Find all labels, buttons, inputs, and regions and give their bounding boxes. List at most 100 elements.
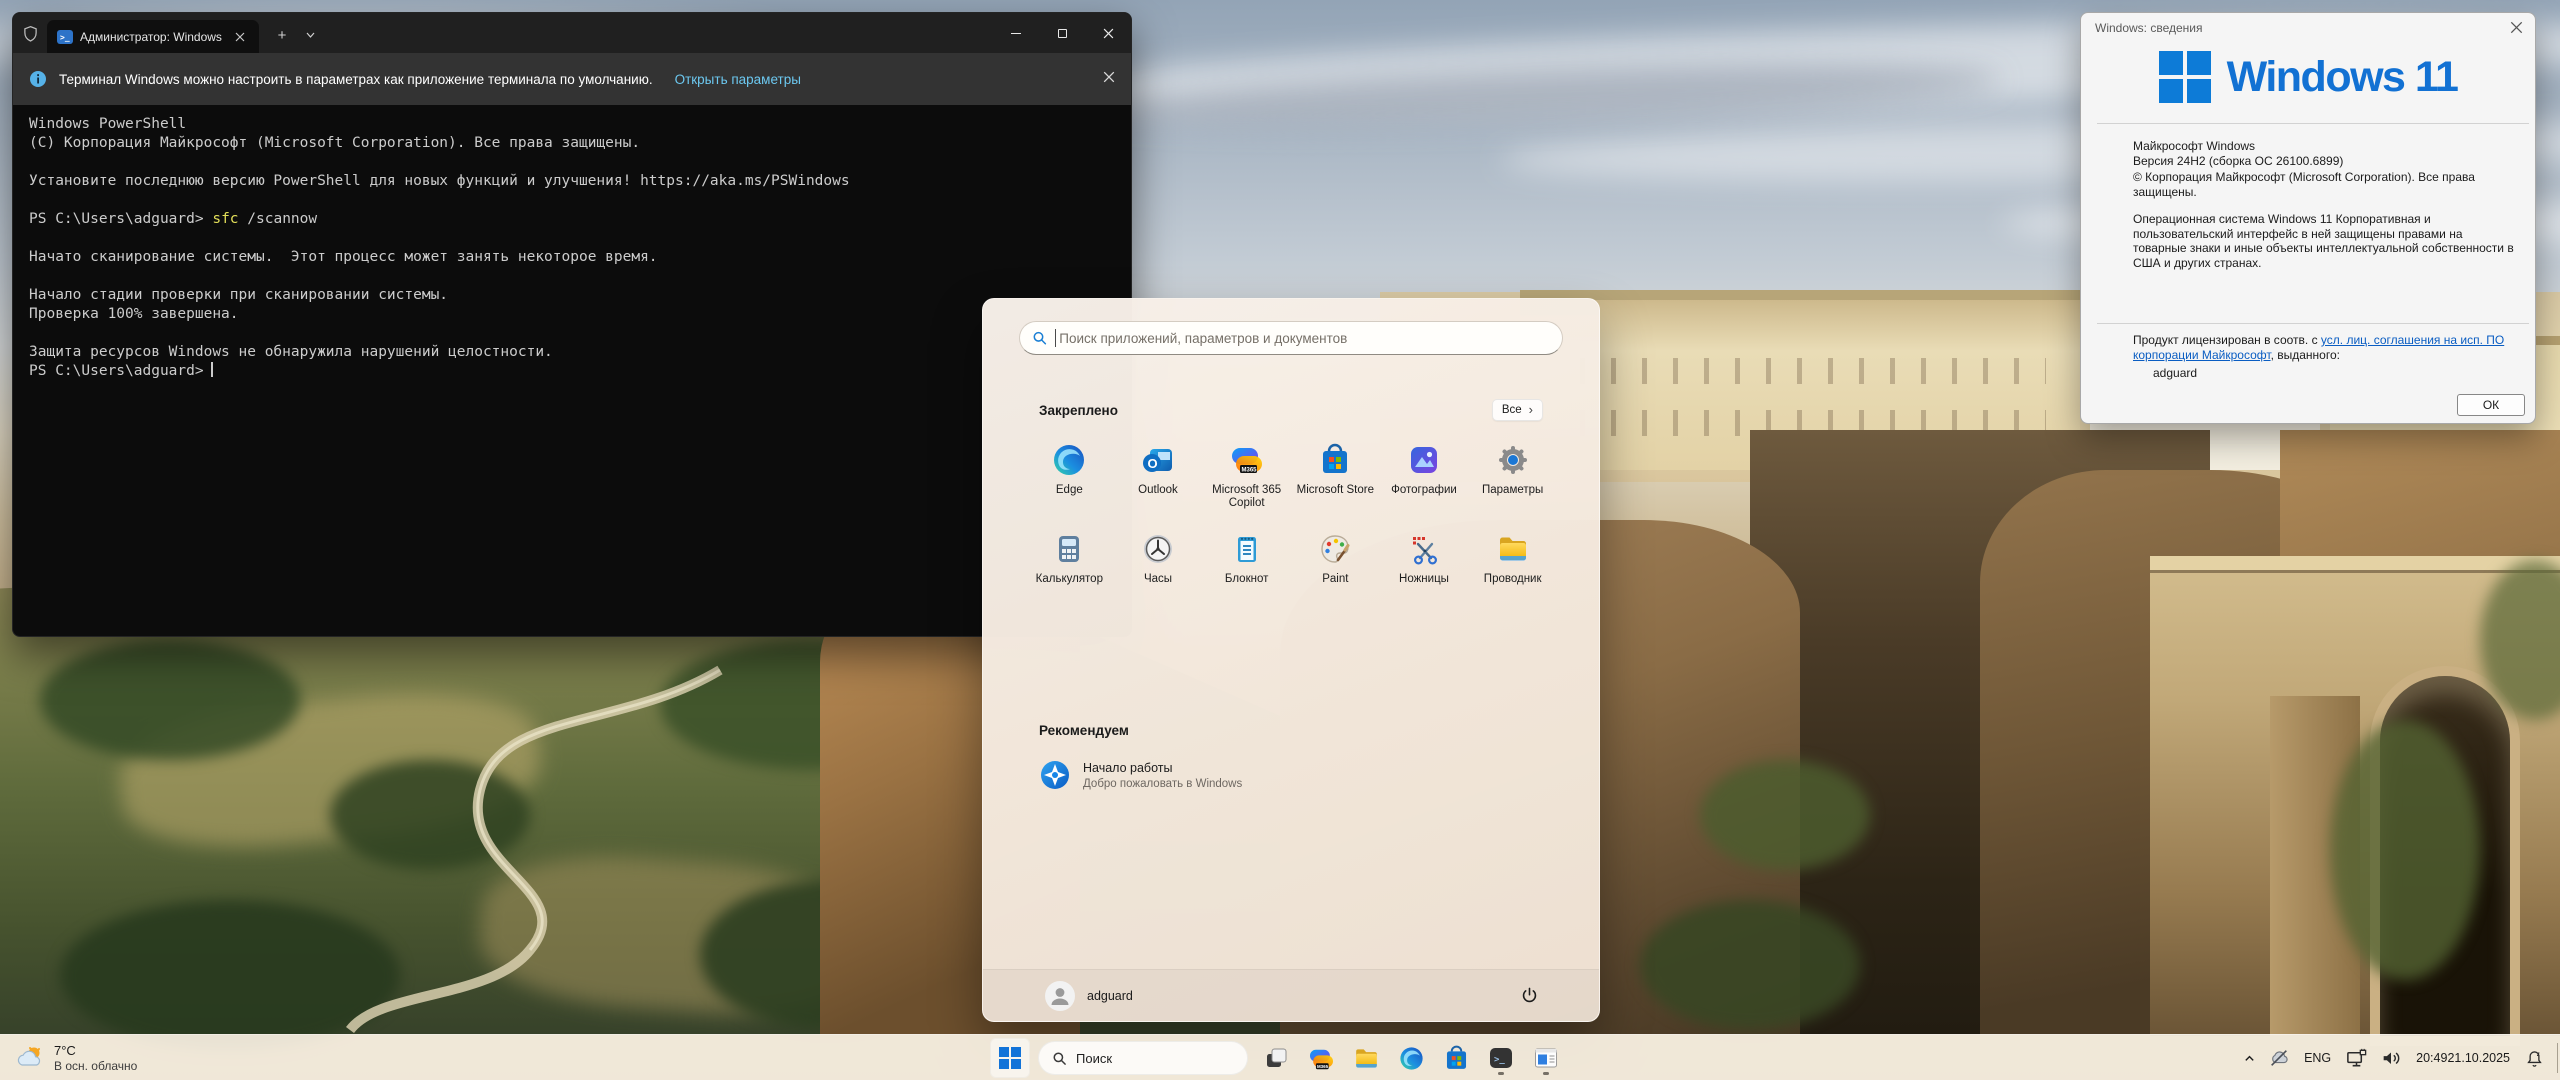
- windows-logo-icon: [999, 1047, 1021, 1069]
- pinned-app-photos[interactable]: Фотографии: [1380, 437, 1469, 510]
- pinned-app-settings[interactable]: Параметры: [1468, 437, 1557, 510]
- widgets-weather-button[interactable]: 7°C В осн. облачно: [6, 1035, 147, 1080]
- banner-close-icon[interactable]: [1103, 70, 1115, 88]
- system-tray: ENG 20:49 21.10.2025 z: [2238, 1035, 2550, 1080]
- pinned-app-edge[interactable]: Edge: [1025, 437, 1114, 510]
- terminal-info-banner: Терминал Windows можно настроить в парам…: [13, 53, 1131, 105]
- language-indicator[interactable]: ENG: [2297, 1038, 2338, 1078]
- terminal-icon: >_: [1488, 1045, 1514, 1071]
- paint-icon: [1318, 532, 1352, 566]
- winver-close-icon[interactable]: [2510, 21, 2523, 37]
- notepad-icon: [1230, 532, 1264, 566]
- terminal-tab[interactable]: >_ Администратор: Windows Po: [47, 20, 259, 53]
- tab-dropdown-button[interactable]: [297, 20, 323, 50]
- copilot-button[interactable]: M365: [1301, 1038, 1341, 1078]
- power-button[interactable]: [1511, 978, 1547, 1014]
- svg-text:M365: M365: [1316, 1064, 1328, 1069]
- pinned-app-file-explorer[interactable]: Проводник: [1468, 526, 1557, 586]
- start-search-box[interactable]: [1019, 321, 1563, 355]
- admin-shield-icon: [13, 13, 47, 53]
- pinned-app-m365-copilot[interactable]: M365 Microsoft 365 Copilot: [1202, 437, 1291, 510]
- tray-time: 20:49: [2416, 1051, 2447, 1066]
- pinned-app-paint[interactable]: Paint: [1291, 526, 1380, 586]
- settings-gear-icon: [1496, 443, 1530, 477]
- pinned-app-outlook[interactable]: O Outlook: [1114, 437, 1203, 510]
- running-indicator: [1543, 1072, 1549, 1075]
- winver-taskbar-button[interactable]: [1526, 1038, 1566, 1078]
- pinned-apps-grid: Edge O Outlook M365 Microsoft 365 Copilo…: [1025, 437, 1557, 586]
- chevron-right-icon: ›: [1529, 405, 1533, 415]
- all-apps-button[interactable]: Все›: [1492, 399, 1543, 421]
- recommended-item-title: Начало работы: [1083, 761, 1242, 775]
- pinned-app-microsoft-store[interactable]: Microsoft Store: [1291, 437, 1380, 510]
- edge-button[interactable]: [1391, 1038, 1431, 1078]
- tray-chevron-button[interactable]: [2238, 1038, 2261, 1078]
- user-profile-button[interactable]: adguard: [1035, 977, 1143, 1015]
- winver-product: Майкрософт Windows: [2133, 139, 2515, 154]
- taskbar-center: Поиск M365 >_: [990, 1038, 1566, 1078]
- winver-title: Windows: сведения: [2095, 21, 2203, 35]
- terminal-titlebar[interactable]: >_ Администратор: Windows Po +: [13, 13, 1131, 53]
- onedrive-button[interactable]: [2263, 1038, 2295, 1078]
- terminal-line: (C) Корпорация Майкрософт (Microsoft Cor…: [29, 134, 1117, 153]
- pinned-app-calculator[interactable]: Калькулятор: [1025, 526, 1114, 586]
- network-button[interactable]: [2340, 1038, 2373, 1078]
- start-menu: Закреплено Все› Edge O Outlook M365 Micr…: [982, 298, 1600, 1022]
- task-view-button[interactable]: [1256, 1038, 1296, 1078]
- terminal-tab-title: Администратор: Windows Po: [80, 30, 224, 44]
- winver-license-line: Продукт лицензирован в соотв. с усл. лиц…: [2133, 333, 2515, 362]
- photos-icon: [1407, 443, 1441, 477]
- pinned-app-clock[interactable]: Часы: [1114, 526, 1203, 586]
- clock[interactable]: 20:49 21.10.2025: [2409, 1038, 2517, 1078]
- command-text: sfc: [212, 211, 238, 227]
- start-search-input[interactable]: [1055, 329, 1550, 347]
- divider: [2097, 123, 2529, 124]
- microsoft-store-icon: [1318, 443, 1352, 477]
- winver-copyright: © Корпорация Майкрософт (Microsoft Corpo…: [2133, 170, 2515, 199]
- file-explorer-button[interactable]: [1346, 1038, 1386, 1078]
- m365-copilot-icon: M365: [1230, 443, 1264, 477]
- file-explorer-icon: [1353, 1045, 1380, 1072]
- banner-open-settings-link[interactable]: Открыть параметры: [675, 72, 801, 87]
- windows-11-logo-text: Windows 11: [2227, 53, 2458, 102]
- svg-text:>_: >_: [60, 33, 70, 42]
- taskbar-search-box[interactable]: Поиск: [1038, 1041, 1248, 1075]
- terminal-taskbar-button[interactable]: >_: [1481, 1038, 1521, 1078]
- search-icon: [1032, 330, 1047, 346]
- divider: [2097, 323, 2529, 324]
- snipping-tool-icon: [1407, 532, 1441, 566]
- recommended-item-get-started[interactable]: Начало работы Добро пожаловать в Windows: [1031, 751, 1250, 799]
- terminal-output[interactable]: Windows PowerShell (C) Корпорация Майкро…: [13, 105, 1131, 381]
- volume-icon: [2380, 1047, 2402, 1069]
- weather-condition: В осн. облачно: [54, 1059, 137, 1073]
- microsoft-store-button[interactable]: [1436, 1038, 1476, 1078]
- microsoft-store-icon: [1443, 1045, 1470, 1072]
- pinned-app-notepad[interactable]: Блокнот: [1202, 526, 1291, 586]
- start-button[interactable]: [990, 1038, 1030, 1078]
- terminal-line: Защита ресурсов Windows не обнаружила на…: [29, 343, 1117, 362]
- close-button[interactable]: [1085, 13, 1131, 53]
- pinned-app-snipping-tool[interactable]: Ножницы: [1380, 526, 1469, 586]
- minimize-button[interactable]: [993, 13, 1039, 53]
- edge-icon: [1052, 443, 1086, 477]
- winver-licensed-to: adguard: [2153, 366, 2535, 381]
- terminal-window: >_ Администратор: Windows Po + Терминал …: [12, 12, 1132, 637]
- avatar-icon: [1045, 981, 1075, 1011]
- bell-dnd-icon: z: [2524, 1048, 2545, 1069]
- volume-button[interactable]: [2375, 1038, 2407, 1078]
- clock-icon: [1141, 532, 1175, 566]
- notification-bell-button[interactable]: z: [2519, 1038, 2550, 1078]
- ok-button[interactable]: ОК: [2457, 394, 2525, 416]
- banner-text: Терминал Windows можно настроить в парам…: [59, 72, 653, 87]
- svg-text:M365: M365: [1241, 468, 1257, 474]
- terminal-command-line: PS C:\Users\adguard> sfc /scannow: [29, 210, 1117, 229]
- copilot-icon: M365: [1308, 1045, 1335, 1072]
- tray-date: 21.10.2025: [2447, 1051, 2510, 1066]
- new-tab-button[interactable]: +: [267, 20, 297, 50]
- tab-close-icon[interactable]: [231, 28, 249, 46]
- maximize-button[interactable]: [1039, 13, 1085, 53]
- search-icon: [1052, 1051, 1067, 1066]
- start-menu-footer: adguard: [983, 969, 1599, 1021]
- recommended-item-subtitle: Добро пожаловать в Windows: [1083, 778, 1242, 790]
- powershell-tab-icon: >_: [57, 29, 73, 45]
